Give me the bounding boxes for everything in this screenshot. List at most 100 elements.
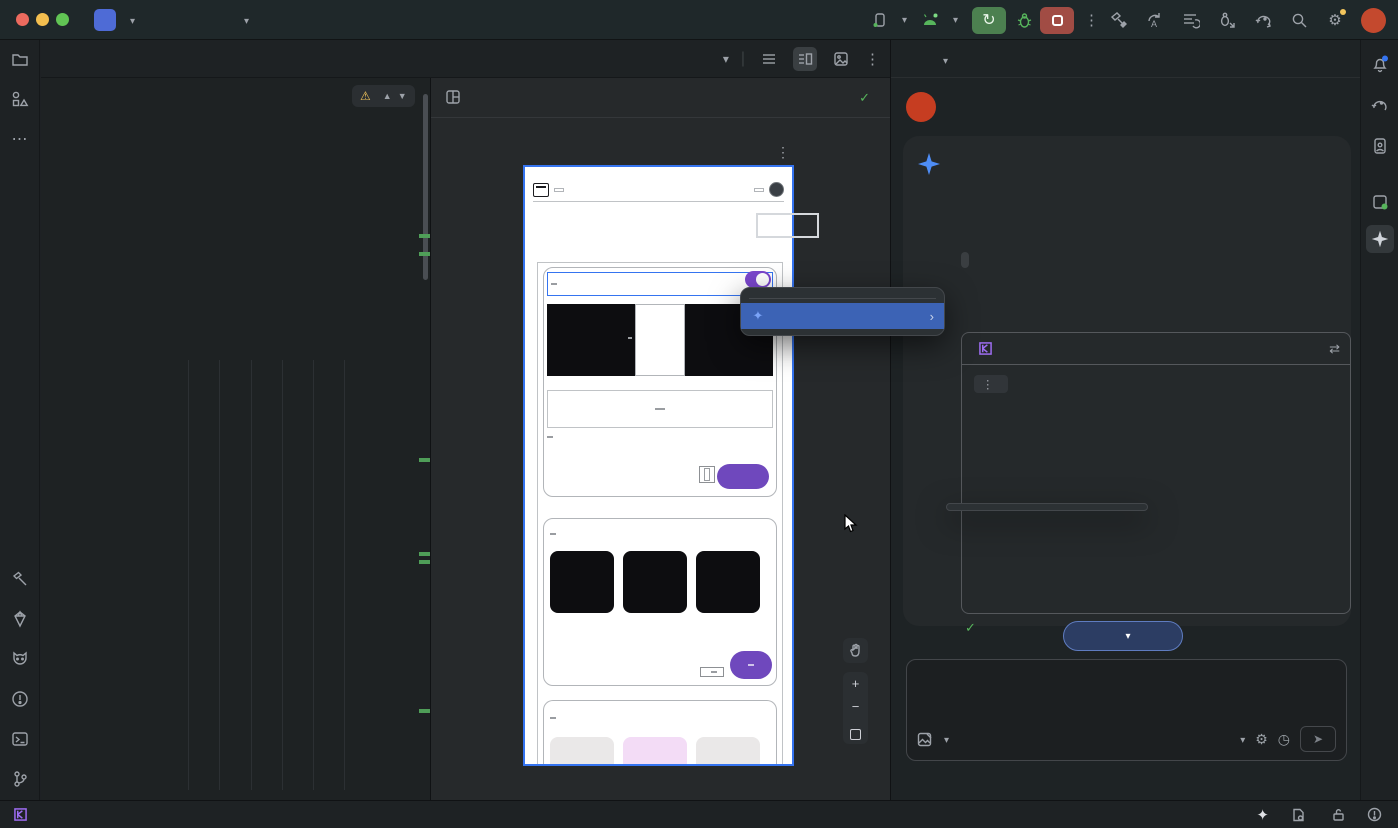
chevron-down-icon: ▾ [902, 15, 907, 26]
phone-preview[interactable] [523, 165, 794, 766]
chevron-down-icon: ▾ [943, 56, 948, 67]
debug-button[interactable] [1014, 10, 1034, 30]
zoom-fit-button[interactable] [850, 729, 861, 740]
ac-toggle[interactable] [745, 271, 771, 288]
preview-options-icon[interactable]: ⋮ [776, 144, 790, 161]
notifications-bell-icon[interactable] [1366, 50, 1394, 78]
problems-icon[interactable] [6, 685, 34, 713]
add-timer-button[interactable] [699, 466, 715, 483]
gemini-input-box[interactable]: ▾ ▾ ⚙ ◷ ➤ [906, 659, 1347, 761]
pan-tool-button[interactable] [843, 638, 868, 663]
diff-change-mark [419, 458, 430, 462]
user-avatar[interactable] [1361, 8, 1386, 33]
running-devices-icon[interactable] [1366, 188, 1394, 216]
ac-settings-label[interactable] [547, 436, 553, 438]
indent-setting[interactable] [1291, 808, 1310, 822]
gemini-input-placeholder [907, 660, 1346, 672]
code-editor[interactable]: ⚠ ▲ ▼ [41, 78, 430, 800]
gemini-settings-gear-icon[interactable]: ⚙ [1255, 731, 1268, 748]
ai-actions-submenu [946, 503, 1148, 511]
ambience-card [543, 700, 777, 766]
run-configuration-selector[interactable]: ▾ [921, 13, 958, 27]
attach-image-icon[interactable] [917, 732, 932, 747]
ambience-tile[interactable] [550, 737, 614, 766]
mouse-cursor [841, 514, 859, 539]
terminal-icon[interactable] [6, 725, 34, 753]
ac-title-row[interactable] [547, 272, 773, 296]
more-tools-icon[interactable]: ⋯ [6, 125, 34, 153]
diff-change-mark [419, 560, 430, 564]
rerun-button[interactable]: ↻ [972, 7, 1006, 34]
lock-icon[interactable] [1332, 808, 1345, 822]
project-selector[interactable]: ▾ [126, 11, 135, 27]
apply-changes-button[interactable]: A [1145, 10, 1165, 30]
model-selector[interactable]: ▾ [1236, 732, 1245, 746]
project-tool-icon[interactable] [6, 46, 34, 74]
version-control-icon[interactable] [6, 765, 34, 793]
device-selector[interactable]: ▾ [872, 12, 907, 28]
right-tool-stripe [1360, 40, 1398, 800]
ai-sparkle-icon: ✦ [749, 308, 767, 324]
assistant-response-card: ⇄ ⋮ ✓ [903, 136, 1351, 626]
ac-apply-button[interactable] [717, 464, 769, 489]
stop-button[interactable] [1040, 7, 1074, 34]
logcat-icon[interactable] [6, 645, 34, 673]
preview-toolbar: ✓ [431, 78, 890, 118]
zoom-out-button[interactable]: − [852, 699, 860, 715]
menu-item-ai-actions[interactable]: ✦ › [741, 303, 944, 329]
dependencies-icon[interactable] [6, 605, 34, 633]
ai-status-icon[interactable]: ✦ [1256, 806, 1269, 824]
attach-debugger-button[interactable] [1217, 10, 1237, 30]
tab-list-chevron-icon[interactable]: ▾ [723, 52, 729, 66]
gradle-sync-button[interactable] [1253, 10, 1273, 30]
build-button[interactable] [1109, 10, 1129, 30]
add-device-button[interactable] [700, 667, 724, 677]
created-file-header: ⇄ [962, 333, 1350, 365]
next-issue-icon[interactable]: ▼ [398, 91, 407, 101]
more-actions-icon[interactable]: ⋮ [1084, 11, 1099, 29]
calendar-icon [533, 183, 549, 197]
send-button[interactable]: ➤ [1300, 726, 1336, 752]
open-diff-icon[interactable]: ⇄ [1329, 341, 1340, 357]
device-tile[interactable] [550, 551, 614, 613]
maximize-window-button[interactable] [56, 13, 69, 26]
device-tile[interactable] [623, 551, 687, 613]
background-tasks-icon[interactable] [1367, 807, 1382, 822]
editor-options-icon[interactable]: ⋮ [865, 50, 880, 68]
close-window-button[interactable] [16, 13, 29, 26]
vcs-selector[interactable]: ▾ [240, 11, 249, 27]
devices-card [543, 518, 777, 686]
ac-current-panel [635, 304, 685, 376]
ac-current-temp [628, 337, 632, 339]
view-code-button[interactable] [757, 47, 781, 71]
menu-divider [749, 298, 936, 299]
view-split-button[interactable] [793, 47, 817, 71]
phone-avatar [769, 182, 784, 197]
ambience-squares [550, 737, 770, 766]
edit-devices-button[interactable] [730, 651, 772, 679]
scroll-to-bottom-button[interactable]: ▾ [1063, 621, 1183, 651]
resource-manager-icon[interactable] [6, 85, 34, 113]
history-clock-icon[interactable]: ◷ [1278, 731, 1290, 748]
change-accepted-status: ✓ [965, 620, 983, 636]
prev-issue-icon[interactable]: ▲ [383, 91, 392, 101]
device-tile[interactable] [696, 551, 760, 613]
editor-tab-bar: ▾ | ⋮ [41, 40, 890, 78]
gradle-tool-icon[interactable] [1366, 90, 1394, 118]
tab-agent[interactable]: ▾ [939, 51, 948, 67]
inspection-widget[interactable]: ⚠ ▲ ▼ [352, 85, 415, 107]
ambience-tile[interactable] [696, 737, 760, 766]
minimize-window-button[interactable] [36, 13, 49, 26]
gemini-tool-icon[interactable] [1366, 225, 1394, 253]
hidden-lines-toggle[interactable]: ⋮ [974, 375, 1008, 393]
device-manager-icon[interactable] [1366, 132, 1394, 160]
context-selector[interactable]: ▾ [940, 732, 949, 746]
zoom-in-button[interactable]: + [852, 676, 860, 692]
view-design-button[interactable] [829, 47, 853, 71]
build-tool-icon[interactable] [6, 565, 34, 593]
settings-gear-icon[interactable]: ⚙ [1325, 10, 1345, 30]
profiler-button[interactable] [1181, 10, 1201, 30]
search-everywhere-icon[interactable] [1289, 10, 1309, 30]
preview-layout-icon[interactable] [445, 89, 462, 106]
ambience-tile[interactable] [623, 737, 687, 766]
